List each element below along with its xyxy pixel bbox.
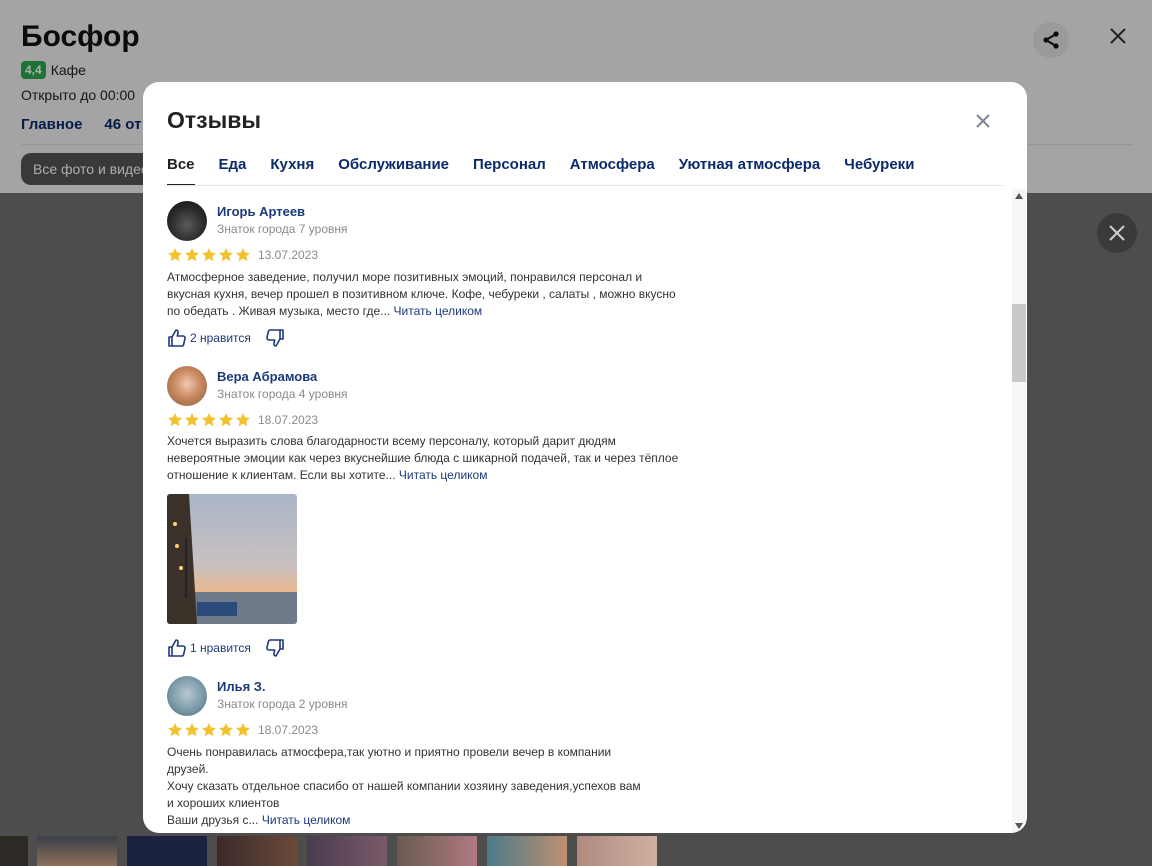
star-icon bbox=[219, 248, 233, 262]
scroll-down-arrow[interactable] bbox=[1012, 820, 1026, 832]
tab-atmosphere[interactable]: Атмосфера bbox=[570, 156, 655, 186]
thumbs-down-icon bbox=[266, 639, 284, 657]
review-actions: 2 нравится bbox=[167, 328, 285, 348]
review-actions: 1 нравится bbox=[167, 638, 285, 658]
photo-thumbnail[interactable] bbox=[307, 836, 387, 866]
avatar[interactable] bbox=[167, 676, 207, 716]
tab-cozy-atmosphere[interactable]: Уютная атмосфера bbox=[679, 156, 821, 186]
review-text: Атмосферное заведение, получил море пози… bbox=[167, 269, 687, 320]
viewer-close-button[interactable] bbox=[1097, 213, 1137, 253]
photo-thumbnail[interactable] bbox=[577, 836, 657, 866]
star-icon bbox=[236, 248, 250, 262]
review-item: Вера Абрамова Знаток города 4 уровня 18.… bbox=[167, 366, 687, 666]
star-icon bbox=[219, 413, 233, 427]
like-count: 1 нравится bbox=[190, 641, 251, 655]
tabs-divider bbox=[167, 185, 1003, 186]
read-more-link[interactable]: Читать целиком bbox=[394, 304, 483, 318]
review-item: Игорь Артеев Знаток города 7 уровня 13.0… bbox=[167, 201, 687, 356]
sunset-photo bbox=[167, 494, 297, 624]
review-date: 18.07.2023 bbox=[258, 723, 319, 737]
triangle-up-icon bbox=[1015, 193, 1023, 199]
star-icon bbox=[236, 723, 250, 737]
avatar[interactable] bbox=[167, 366, 207, 406]
tab-food[interactable]: Еда bbox=[219, 156, 247, 186]
like-button[interactable]: 1 нравится bbox=[167, 638, 251, 658]
modal-title: Отзывы bbox=[167, 107, 262, 133]
review-text: Хочется выразить слова благодарности все… bbox=[167, 433, 687, 484]
photo-thumbnail-strip bbox=[0, 836, 660, 866]
tab-cuisine[interactable]: Кухня bbox=[270, 156, 314, 186]
photo-thumbnail[interactable] bbox=[217, 836, 297, 866]
close-icon bbox=[976, 114, 990, 128]
review-text: Очень понравилась атмосфера,так уютно и … bbox=[167, 744, 687, 829]
scrollbar-thumb[interactable] bbox=[1012, 304, 1026, 382]
star-icon bbox=[202, 248, 216, 262]
star-icon bbox=[185, 413, 199, 427]
dislike-button[interactable] bbox=[265, 328, 285, 348]
review-author[interactable]: Илья З. bbox=[217, 679, 266, 694]
tab-service[interactable]: Обслуживание bbox=[338, 156, 449, 186]
thumbs-up-icon bbox=[168, 639, 186, 657]
dislike-button[interactable] bbox=[265, 638, 285, 658]
star-icon bbox=[202, 413, 216, 427]
review-author-level: Знаток города 2 уровня bbox=[217, 697, 348, 711]
review-body: Ваши друзья с... bbox=[167, 813, 259, 827]
star-icon bbox=[168, 248, 182, 262]
star-icon bbox=[168, 413, 182, 427]
close-icon bbox=[1109, 225, 1125, 241]
review-photo[interactable] bbox=[167, 494, 297, 624]
scroll-up-arrow[interactable] bbox=[1012, 189, 1026, 203]
review-author[interactable]: Игорь Артеев bbox=[217, 204, 305, 219]
read-more-link[interactable]: Читать целиком bbox=[399, 468, 488, 482]
review-line: и хороших клиентов bbox=[167, 796, 280, 810]
star-icon bbox=[168, 723, 182, 737]
star-icon bbox=[236, 413, 250, 427]
review-line: Хочу сказать отдельное спасибо от нашей … bbox=[167, 779, 641, 793]
rating-stars bbox=[167, 412, 251, 428]
review-author-level: Знаток города 4 уровня bbox=[217, 387, 348, 401]
star-icon bbox=[185, 723, 199, 737]
review-line: Очень понравилась атмосфера,так уютно и … bbox=[167, 745, 612, 759]
review-line: друзей. bbox=[167, 762, 209, 776]
tab-all[interactable]: Все bbox=[167, 156, 195, 186]
triangle-down-icon bbox=[1015, 823, 1023, 829]
review-date: 13.07.2023 bbox=[258, 248, 319, 262]
rating-stars bbox=[167, 247, 251, 263]
review-date: 18.07.2023 bbox=[258, 413, 319, 427]
scrollbar-track[interactable] bbox=[1012, 189, 1026, 832]
photo-thumbnail[interactable] bbox=[397, 836, 477, 866]
star-icon bbox=[202, 723, 216, 737]
review-filter-tabs: Все Еда Кухня Обслуживание Персонал Атмо… bbox=[167, 156, 938, 186]
review-author[interactable]: Вера Абрамова bbox=[217, 369, 317, 384]
like-count: 2 нравится bbox=[190, 331, 251, 345]
rating-stars bbox=[167, 722, 251, 738]
photo-thumbnail[interactable] bbox=[0, 836, 28, 866]
photo-thumbnail[interactable] bbox=[127, 836, 207, 866]
photo-thumbnail[interactable] bbox=[487, 836, 567, 866]
photo-thumbnail[interactable] bbox=[37, 836, 117, 866]
like-button[interactable]: 2 нравится bbox=[167, 328, 251, 348]
thumbs-down-icon bbox=[266, 329, 284, 347]
star-icon bbox=[185, 248, 199, 262]
avatar[interactable] bbox=[167, 201, 207, 241]
tab-staff[interactable]: Персонал bbox=[473, 156, 546, 186]
review-author-level: Знаток города 7 уровня bbox=[217, 222, 348, 236]
tab-chebureki[interactable]: Чебуреки bbox=[844, 156, 914, 186]
thumbs-up-icon bbox=[168, 329, 186, 347]
star-icon bbox=[219, 723, 233, 737]
review-item: Илья З. Знаток города 2 уровня 18.07.202… bbox=[167, 676, 687, 833]
modal-close-button[interactable] bbox=[971, 109, 995, 133]
read-more-link[interactable]: Читать целиком bbox=[262, 813, 351, 827]
reviews-modal: Отзывы Все Еда Кухня Обслуживание Персон… bbox=[143, 82, 1027, 833]
review-line: Ваши друзья с... Читать целиком bbox=[167, 812, 687, 829]
